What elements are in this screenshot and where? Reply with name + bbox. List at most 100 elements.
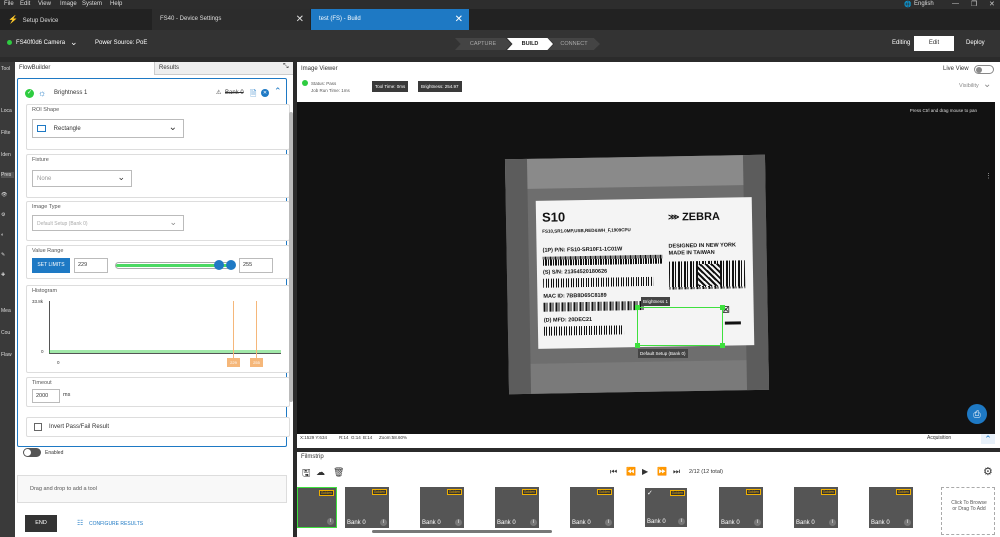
- roi-rectangle[interactable]: [635, 305, 725, 348]
- restore-icon[interactable]: ❐: [971, 0, 977, 8]
- settings-gear-icon[interactable]: ⚙: [983, 465, 993, 478]
- live-view-toggle[interactable]: [974, 65, 994, 74]
- roi-shape-select[interactable]: Rectangle ⌄: [32, 119, 184, 138]
- tab-results[interactable]: Results: [155, 62, 285, 75]
- trash-icon[interactable]: 🗑: [333, 467, 344, 478]
- tab-flowbuilder[interactable]: FlowBuilder: [15, 62, 155, 75]
- palette-identify[interactable]: Iden: [1, 152, 11, 158]
- film-thumb-9[interactable]: Golden Bank 0 i: [869, 487, 913, 528]
- filmstrip-scrollbar[interactable]: [372, 530, 552, 533]
- deploy-button[interactable]: Deploy: [966, 40, 985, 46]
- capture-fab-icon[interactable]: ⎙: [967, 404, 987, 424]
- film-thumb-4[interactable]: Golden Bank 0 i: [495, 487, 539, 528]
- collapse-up-icon[interactable]: ⌃: [274, 86, 282, 97]
- palette-flaw[interactable]: Flaw: [1, 352, 12, 358]
- palette-locate[interactable]: Loca: [1, 108, 12, 114]
- menu-view[interactable]: View: [38, 1, 51, 7]
- roi-handle[interactable]: [635, 343, 640, 348]
- histogram-label: Histogram: [32, 288, 58, 294]
- play-icon[interactable]: ▶: [642, 467, 648, 476]
- end-button[interactable]: END: [25, 515, 57, 532]
- palette-filter[interactable]: Filte: [1, 130, 10, 136]
- histogram-min-tag[interactable]: 229: [227, 358, 240, 367]
- gear-icon[interactable]: ⚙: [1, 212, 5, 218]
- cloud-icon[interactable]: ☁: [316, 467, 325, 478]
- invert-checkbox[interactable]: [34, 423, 42, 431]
- palette-tools[interactable]: Tool: [1, 66, 10, 72]
- film-thumb-8[interactable]: Golden Bank 0 i: [794, 487, 838, 528]
- info-icon[interactable]: i: [678, 518, 685, 525]
- film-thumb-3[interactable]: Golden Bank 0 i: [420, 487, 464, 528]
- camera-image[interactable]: Press Ctrl and drag mouse to pan ⋮ S10 F…: [297, 102, 995, 434]
- info-icon[interactable]: i: [904, 519, 911, 526]
- film-thumb-1[interactable]: Golden i: [297, 487, 337, 528]
- tab-device-settings[interactable]: FS40 - Device Settings ✕: [152, 9, 310, 30]
- set-limits-button[interactable]: SET LIMITS: [32, 258, 70, 273]
- menu-edit[interactable]: Edit: [20, 1, 30, 7]
- prev-frame-icon[interactable]: ⏪: [626, 467, 636, 476]
- info-icon[interactable]: i: [754, 519, 761, 526]
- chevron-down-icon[interactable]: ⌄: [70, 37, 78, 48]
- close-tab-icon[interactable]: ✕: [296, 9, 304, 30]
- film-thumb-6-selected[interactable]: ✓ Golden Bank 0 i: [644, 487, 688, 528]
- close-tab-icon[interactable]: ✕: [455, 9, 463, 30]
- film-thumb-2[interactable]: Golden Bank 0 i: [345, 487, 389, 528]
- roi-handle[interactable]: [720, 305, 725, 310]
- tab-build[interactable]: test (FS) - Build ✕: [311, 9, 469, 30]
- cross-icon[interactable]: ✚: [1, 272, 5, 278]
- roi-handle[interactable]: [720, 343, 725, 348]
- enabled-toggle[interactable]: [23, 448, 41, 457]
- palette-count[interactable]: Cou: [1, 330, 10, 336]
- info-icon[interactable]: i: [829, 519, 836, 526]
- info-icon[interactable]: i: [327, 518, 334, 525]
- step-connect[interactable]: CONNECT: [548, 38, 600, 50]
- menu-system[interactable]: System: [82, 1, 102, 7]
- chevron-down-icon[interactable]: ⌄: [983, 79, 991, 90]
- more-options-icon[interactable]: ⋮: [985, 172, 992, 180]
- collapse-icon[interactable]: ⤡: [283, 63, 289, 71]
- drop-zone[interactable]: Drag and drop to add a tool: [17, 475, 287, 503]
- save-icon[interactable]: 🖫: [302, 466, 311, 483]
- close-window-icon[interactable]: ✕: [989, 0, 995, 8]
- image-type-select[interactable]: Default Setup (Bank 0) ⌄: [32, 215, 184, 231]
- language-selector[interactable]: English: [914, 1, 934, 7]
- last-frame-icon[interactable]: ⏭: [673, 467, 680, 477]
- visibility-dropdown[interactable]: Visibility: [959, 83, 979, 89]
- document-icon[interactable]: 🗎: [250, 88, 256, 102]
- palette-icon[interactable]: ✎: [1, 252, 5, 258]
- tab-setup-device[interactable]: ⚡ Setup Device: [0, 9, 150, 30]
- range-min-handle[interactable]: [213, 260, 224, 270]
- panel-scrollbar[interactable]: [289, 112, 293, 402]
- timeout-input[interactable]: 2000: [32, 389, 60, 403]
- range-max-input[interactable]: 255: [239, 258, 273, 273]
- step-capture[interactable]: CAPTURE: [455, 38, 511, 50]
- film-thumb-5[interactable]: Golden Bank 0 i: [570, 487, 614, 528]
- info-icon[interactable]: i: [455, 519, 462, 526]
- fixture-select[interactable]: None ⌄: [32, 170, 132, 187]
- menu-file[interactable]: File: [4, 1, 14, 7]
- film-thumb-7[interactable]: Golden Bank 0 i: [719, 487, 763, 528]
- histogram-max-tag[interactable]: 255: [250, 358, 263, 367]
- info-icon[interactable]: i: [530, 519, 537, 526]
- edit-button[interactable]: Edit: [914, 36, 954, 51]
- eye-icon[interactable]: 👁: [1, 192, 7, 198]
- range-max-handle[interactable]: [226, 260, 236, 270]
- step-build[interactable]: BUILD: [507, 38, 553, 50]
- camera-selector[interactable]: FS40f0d6 Camera: [16, 40, 65, 46]
- half-circle-icon[interactable]: ◐: [1, 232, 4, 238]
- info-icon[interactable]: i: [380, 519, 387, 526]
- palette-measure[interactable]: Mea: [1, 308, 11, 314]
- menu-image[interactable]: Image: [60, 1, 77, 7]
- delete-tool-icon[interactable]: ✕: [261, 89, 269, 97]
- info-icon[interactable]: i: [605, 519, 612, 526]
- minimize-icon[interactable]: —: [952, 0, 959, 7]
- tab-label: test (FS) - Build: [319, 16, 361, 22]
- next-frame-icon[interactable]: ⏩: [657, 467, 667, 476]
- configure-results-link[interactable]: CONFIGURE RESULTS: [89, 521, 143, 527]
- first-frame-icon[interactable]: ⏮: [610, 467, 617, 477]
- range-min-input[interactable]: 229: [74, 258, 108, 273]
- menu-help[interactable]: Help: [110, 1, 122, 7]
- palette-presence[interactable]: Pres: [1, 172, 14, 178]
- roi-handle[interactable]: [635, 305, 640, 310]
- browse-drop-zone[interactable]: Click To Browse or Drag To Add: [941, 487, 995, 535]
